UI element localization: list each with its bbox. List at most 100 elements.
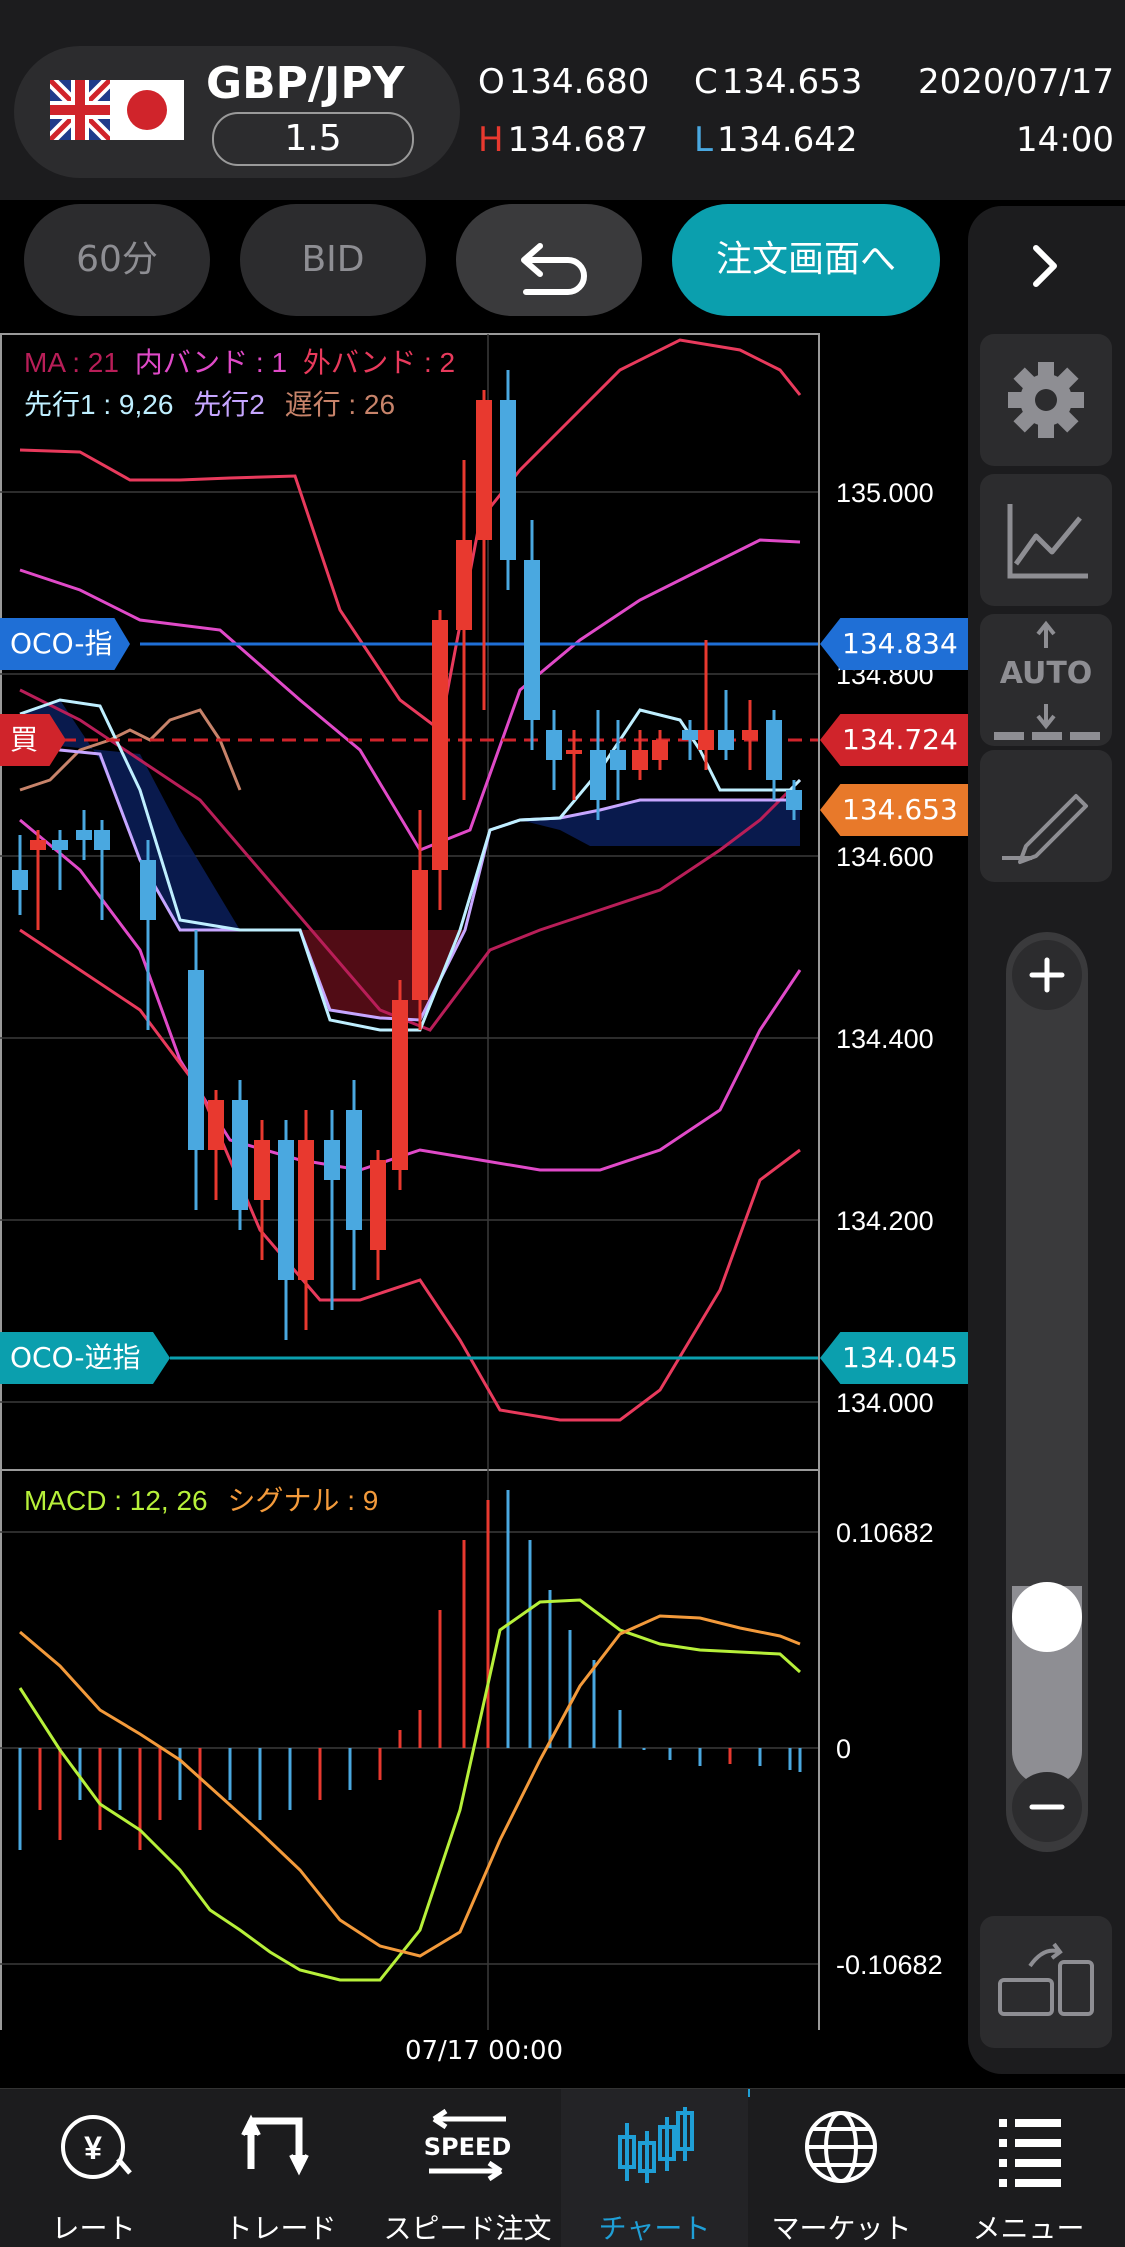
candle-body <box>76 830 92 840</box>
low-price: L 134.642 <box>694 120 858 160</box>
indicator-button[interactable] <box>980 474 1112 606</box>
chart-icon <box>618 2107 694 2183</box>
timeframe-button[interactable]: 60分 <box>24 204 210 316</box>
oco-stop-tag[interactable]: OCO-逆指 <box>0 1332 170 1384</box>
candle-body <box>766 720 782 780</box>
undo-button[interactable] <box>456 204 642 316</box>
candle-body <box>94 830 110 850</box>
menu-icon <box>999 2119 1061 2187</box>
chart-area[interactable]: 135.000 134.800 134.600 134.400 134.200 … <box>0 330 968 2068</box>
candle-body <box>546 730 562 760</box>
position-price-tag: 134.724 <box>820 714 990 766</box>
nav-trade[interactable]: トレード <box>187 2089 374 2247</box>
candle-body <box>298 1140 314 1280</box>
candle-body <box>718 730 734 750</box>
candle-body <box>590 750 606 800</box>
nav-market[interactable]: マーケット <box>748 2089 935 2247</box>
legend-outer-band: 外バンド : 2 <box>303 347 455 378</box>
oco-limit-price-tag: 134.834 <box>820 618 990 670</box>
legend-chiko: 遅行 : 26 <box>285 389 395 420</box>
chart-tools-sidebar: AUTO <box>968 206 1125 2074</box>
settings-button[interactable] <box>980 334 1112 466</box>
zoom-in-button[interactable] <box>1012 940 1082 1010</box>
candle-body <box>524 560 540 720</box>
zoom-out-icon <box>1029 1804 1065 1810</box>
svg-text:先行1 : 9,26 先行2 遅行: 先行1 : 9,26 先行2 遅行 : 26 <box>24 389 395 420</box>
svg-text:¥: ¥ <box>84 2130 102 2166</box>
oco-stop-tag-text: OCO-逆指 <box>10 1341 141 1374</box>
candle-body <box>632 750 648 770</box>
nav-menu-label: メニュー <box>972 2212 1085 2245</box>
position-tag-text: 買 <box>10 723 39 756</box>
nav-market-label: マーケット <box>771 2212 912 2245</box>
legend-ma: MA : 21 <box>24 347 119 378</box>
candle-body <box>500 400 516 560</box>
price-chart[interactable]: 135.000 134.800 134.600 134.400 134.200 … <box>0 330 968 2068</box>
candle-body <box>432 620 448 870</box>
candle-body <box>566 750 582 754</box>
candle-body <box>278 1140 294 1280</box>
candle-body <box>476 400 492 540</box>
candle-body <box>324 1140 340 1180</box>
candle-body <box>52 840 68 850</box>
settings-gear-icon <box>1008 362 1084 438</box>
nav-speed-order-label: スピード注文 <box>383 2212 552 2245</box>
draw-button[interactable] <box>980 750 1112 882</box>
zoom-slider-thumb[interactable] <box>1012 1582 1082 1652</box>
legend-senko1: 先行1 : 9,26 <box>24 389 173 420</box>
trade-icon <box>241 2114 309 2176</box>
nav-speed-order[interactable]: SPEED スピード注文 <box>374 2089 561 2247</box>
candle-body <box>140 860 156 920</box>
candle-body <box>208 1100 224 1150</box>
auto-scale-button[interactable]: AUTO <box>980 614 1112 746</box>
market-globe-icon <box>805 2111 877 2183</box>
candle-body <box>188 970 204 1150</box>
uk-flag-icon <box>50 80 110 140</box>
candle-body <box>12 870 28 890</box>
legend-macd: MACD : 12, 26 <box>24 1485 208 1516</box>
nav-rate-label: レート <box>51 2212 136 2245</box>
macd-axis-label-1: 0 <box>836 1734 851 1764</box>
line-chart-icon <box>1007 504 1088 579</box>
candle-body <box>392 1000 408 1170</box>
candle-body <box>412 870 428 1000</box>
oco-stop-price-tag: 134.045 <box>820 1332 990 1384</box>
oco-limit-tag[interactable]: OCO-指 <box>0 618 130 670</box>
legend-senko2: 先行2 <box>193 389 265 420</box>
time-axis-label-bottom: 07/17 00:00 <box>404 2036 564 2066</box>
candle-body <box>652 740 668 760</box>
nav-rate[interactable]: ¥ レート <box>0 2089 187 2247</box>
zoom-in-icon <box>1029 957 1065 993</box>
candle-body <box>370 1160 386 1250</box>
nav-chart[interactable]: チャート <box>561 2089 748 2247</box>
zoom-out-button[interactable] <box>1012 1772 1082 1842</box>
price-axis-label-2: 134.600 <box>836 842 934 872</box>
oco-limit-tag-text: OCO-指 <box>10 627 113 660</box>
layout-switch-button[interactable] <box>980 1916 1112 2048</box>
auto-label: AUTO <box>999 656 1093 691</box>
current-price-tag: 134.653 <box>820 784 990 836</box>
bid-ask-button[interactable]: BID <box>240 204 426 316</box>
legend-signal: シグナル : 9 <box>227 1485 378 1516</box>
candle-body <box>456 540 472 630</box>
open-price: O 134.680 <box>478 62 650 102</box>
undo-icon <box>521 243 587 295</box>
layout-switch-icon <box>998 1942 1094 2016</box>
pencil-draw-icon <box>1002 794 1088 864</box>
price-axis-label-3: 134.400 <box>836 1024 934 1054</box>
nav-menu[interactable]: メニュー <box>935 2089 1122 2247</box>
high-price: H 134.687 <box>478 120 649 160</box>
pair-name: GBP/JPY <box>206 58 405 109</box>
chevron-right-icon[interactable] <box>1014 236 1074 300</box>
order-screen-button[interactable]: 注文画面へ <box>672 204 940 316</box>
candle-body <box>682 730 698 740</box>
price-axis-label-0: 135.000 <box>836 478 934 508</box>
price-axis-label-4: 134.200 <box>836 1206 934 1236</box>
candle-body <box>254 1140 270 1200</box>
rate-icon: ¥ <box>61 2115 132 2179</box>
legend-inner-band: 内バンド : 1 <box>135 347 287 378</box>
speed-badge: SPEED <box>423 2133 512 2161</box>
svg-text:MA : 21 内バンド : 1 外: MA : 21 内バンド : 1 外バンド : 2 <box>24 347 455 378</box>
svg-text:MACD : 12, 26 シグナル : 9: MACD : 12, 26 シグナル : 9 <box>24 1485 378 1516</box>
macd-axis-label-2: -0.10682 <box>836 1950 943 1980</box>
